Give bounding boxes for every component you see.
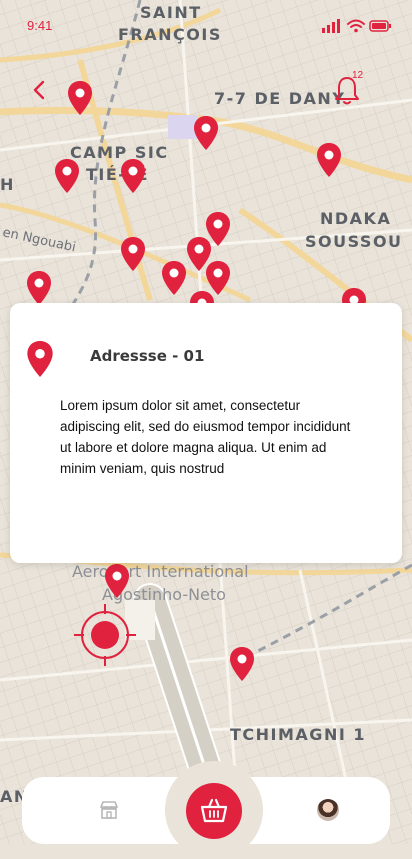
map-pin[interactable] xyxy=(229,646,255,682)
map-pin[interactable] xyxy=(54,158,80,194)
map-pin[interactable] xyxy=(120,158,146,194)
location-pin-icon xyxy=(27,341,53,377)
signal-icon xyxy=(322,19,340,33)
map-label: TCHIMAGNI 1 xyxy=(230,725,366,744)
notifications-button[interactable]: 12 xyxy=(330,70,370,106)
chevron-left-icon xyxy=(33,80,45,100)
map-pin[interactable] xyxy=(120,236,146,272)
notification-count: 12 xyxy=(352,70,364,81)
avatar[interactable] xyxy=(317,799,339,821)
map-pin[interactable] xyxy=(161,260,187,296)
map-label: SOUSSOU xyxy=(305,232,403,251)
current-location-icon[interactable] xyxy=(74,604,136,666)
map-label: 7-7 DE DANY xyxy=(214,89,345,108)
address-description: Lorem ipsum dolor sit amet, consectetur … xyxy=(60,398,351,476)
map-label: H xyxy=(0,175,15,194)
store-icon[interactable] xyxy=(98,799,120,821)
address-card[interactable]: Adressse - 01 Lorem ipsum dolor sit amet… xyxy=(10,303,402,563)
map-label: NDAKA xyxy=(320,209,391,228)
map-pin[interactable] xyxy=(193,115,219,151)
map-pin[interactable] xyxy=(26,270,52,306)
wifi-icon xyxy=(347,19,365,28)
map-pin[interactable] xyxy=(104,563,130,599)
map-pin[interactable] xyxy=(67,80,93,116)
status-bar: 9:41 xyxy=(0,0,412,48)
back-button[interactable] xyxy=(26,74,54,106)
status-time: 9:41 xyxy=(27,18,53,33)
cart-button[interactable] xyxy=(186,783,242,839)
battery-icon xyxy=(369,20,391,32)
map-label: Aeroport International xyxy=(72,562,249,581)
map-pin[interactable] xyxy=(316,142,342,178)
address-title: Adressse - 01 xyxy=(90,347,205,365)
status-icons xyxy=(322,19,391,33)
basket-icon xyxy=(200,798,228,823)
